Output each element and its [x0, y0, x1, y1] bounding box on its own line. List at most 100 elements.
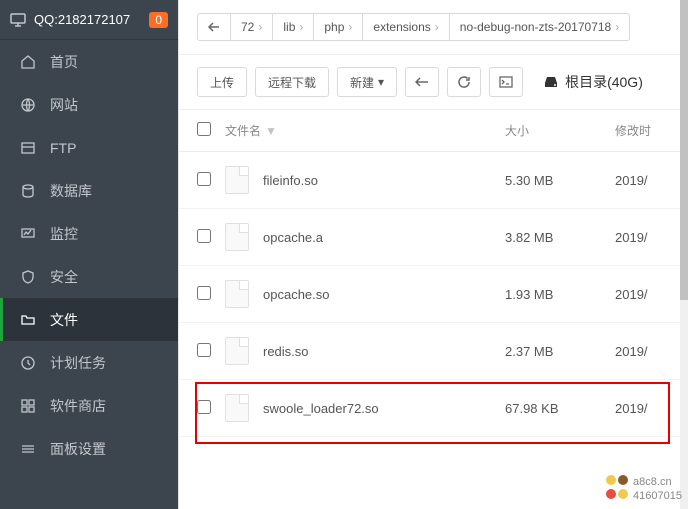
folder-icon — [20, 312, 36, 328]
watermark: a8c8.cn 41607015 — [606, 475, 682, 503]
monitor-icon — [20, 226, 36, 242]
globe-icon — [20, 97, 36, 113]
chevron-right-icon: › — [348, 20, 352, 34]
breadcrumb-item[interactable]: no-debug-non-zts-20170718› — [449, 13, 630, 41]
sidebar-item-settings[interactable]: 面板设置 — [0, 427, 178, 470]
sidebar-item-monitor[interactable]: 监控 — [0, 212, 178, 255]
file-date: 2019/ — [615, 173, 670, 188]
breadcrumb-back-button[interactable] — [197, 13, 231, 41]
root-disk[interactable]: 根目录(40G) — [543, 72, 643, 92]
sidebar-item-store[interactable]: 软件商店 — [0, 384, 178, 427]
sidebar-item-security[interactable]: 安全 — [0, 255, 178, 298]
file-name: fileinfo.so — [263, 173, 318, 188]
column-size[interactable]: 大小 — [505, 122, 615, 139]
clock-icon — [20, 355, 36, 371]
row-checkbox[interactable] — [197, 343, 211, 357]
file-size: 5.30 MB — [505, 173, 615, 188]
breadcrumb-item[interactable]: lib › — [272, 13, 314, 41]
breadcrumb-label: lib — [283, 20, 295, 34]
table-row[interactable]: swoole_loader72.so67.98 KB2019/ — [179, 380, 688, 437]
column-name[interactable]: 文件名 ▼ — [225, 122, 505, 139]
refresh-button[interactable] — [447, 67, 481, 97]
select-all-checkbox[interactable] — [197, 122, 211, 136]
file-size: 67.98 KB — [505, 401, 615, 416]
main-panel: 72› lib› php› extensions› no-debug-non-z… — [178, 0, 688, 509]
file-icon — [225, 394, 249, 422]
file-list: fileinfo.so5.30 MB2019/opcache.a3.82 MB2… — [179, 152, 688, 437]
sidebar-item-website[interactable]: 网站 — [0, 83, 178, 126]
file-size: 1.93 MB — [505, 287, 615, 302]
sidebar: QQ:2182172107 0 首页 网站 FTP 数据库 监控 安全 文件 计… — [0, 0, 178, 509]
breadcrumb-item[interactable]: 72 › — [230, 13, 273, 41]
sort-desc-icon: ▼ — [265, 124, 277, 138]
notification-badge[interactable]: 0 — [149, 12, 168, 28]
sidebar-item-label: 首页 — [50, 52, 78, 72]
upload-button[interactable]: 上传 — [197, 67, 247, 97]
sidebar-item-label: 文件 — [50, 310, 78, 330]
file-icon — [225, 280, 249, 308]
ftp-icon — [20, 140, 36, 156]
back-button[interactable] — [405, 67, 439, 97]
sidebar-item-label: 安全 — [50, 267, 78, 287]
computer-icon — [10, 13, 26, 27]
scrollbar-thumb[interactable] — [680, 0, 688, 300]
column-date[interactable]: 修改时 — [615, 122, 670, 139]
sidebar-item-cron[interactable]: 计划任务 — [0, 341, 178, 384]
root-disk-label: 根目录(40G) — [565, 72, 643, 92]
file-size: 2.37 MB — [505, 344, 615, 359]
disk-icon — [543, 75, 559, 89]
chevron-right-icon: › — [615, 20, 619, 34]
database-icon — [20, 183, 36, 199]
table-row[interactable]: opcache.a 3.82 MB2019/ — [179, 209, 688, 266]
arrow-left-icon — [208, 22, 220, 32]
terminal-button[interactable] — [489, 67, 523, 97]
file-name: opcache.a — [263, 230, 323, 245]
refresh-icon — [457, 75, 471, 89]
watermark-text: 41607015 — [633, 490, 682, 502]
sidebar-item-ftp[interactable]: FTP — [0, 126, 178, 169]
row-checkbox[interactable] — [197, 286, 211, 300]
chevron-right-icon: › — [299, 20, 303, 34]
chevron-down-icon: ▾ — [378, 75, 384, 89]
breadcrumb-label: php — [324, 20, 344, 34]
sidebar-item-database[interactable]: 数据库 — [0, 169, 178, 212]
file-size: 3.82 MB — [505, 230, 615, 245]
row-checkbox[interactable] — [197, 172, 211, 186]
qq-label: QQ:2182172107 — [34, 12, 149, 27]
table-row[interactable]: redis.so2.37 MB2019/ — [179, 323, 688, 380]
row-checkbox[interactable] — [197, 229, 211, 243]
settings-icon — [20, 441, 36, 457]
arrow-left-icon — [415, 77, 429, 87]
sidebar-item-files[interactable]: 文件 — [0, 298, 178, 341]
sidebar-item-label: FTP — [50, 140, 76, 156]
file-name: opcache.so — [263, 287, 330, 302]
row-checkbox[interactable] — [197, 400, 211, 414]
file-icon — [225, 337, 249, 365]
file-icon — [225, 166, 249, 194]
file-date: 2019/ — [615, 230, 670, 245]
sidebar-item-label: 计划任务 — [50, 353, 106, 373]
sidebar-item-home[interactable]: 首页 — [0, 40, 178, 83]
breadcrumb-label: extensions — [373, 20, 430, 34]
vertical-scrollbar[interactable] — [680, 0, 688, 509]
remote-download-button[interactable]: 远程下载 — [255, 67, 329, 97]
breadcrumb-label: 72 — [241, 20, 254, 34]
sidebar-item-label: 软件商店 — [50, 396, 106, 416]
terminal-icon — [499, 76, 513, 88]
chevron-right-icon: › — [258, 20, 262, 34]
breadcrumb-item[interactable]: extensions› — [362, 13, 449, 41]
new-button[interactable]: 新建 ▾ — [337, 67, 397, 97]
watermark-text: a8c8.cn — [633, 476, 672, 488]
file-date: 2019/ — [615, 344, 670, 359]
table-row[interactable]: fileinfo.so 5.30 MB2019/ — [179, 152, 688, 209]
sidebar-item-label: 监控 — [50, 224, 78, 244]
file-name: swoole_loader72.so — [263, 401, 379, 416]
table-row[interactable]: opcache.so 1.93 MB2019/ — [179, 266, 688, 323]
shield-icon — [20, 269, 36, 285]
store-icon — [20, 398, 36, 414]
file-date: 2019/ — [615, 287, 670, 302]
home-icon — [20, 54, 36, 70]
new-button-label: 新建 — [350, 74, 374, 91]
breadcrumb: 72› lib› php› extensions› no-debug-non-z… — [179, 0, 688, 55]
breadcrumb-item[interactable]: php › — [313, 13, 363, 41]
